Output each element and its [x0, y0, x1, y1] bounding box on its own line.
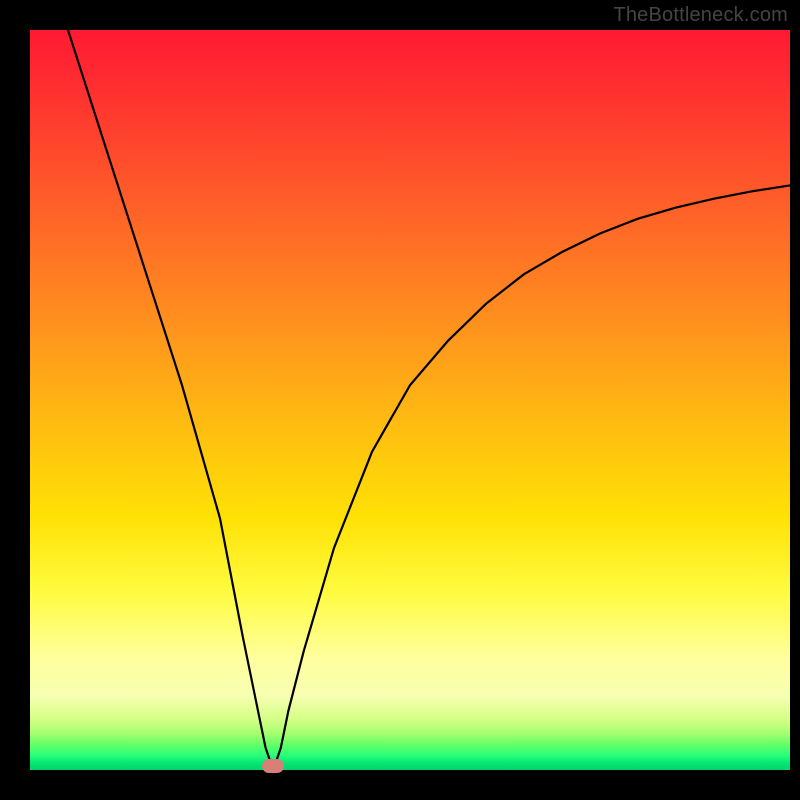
watermark-text: TheBottleneck.com — [613, 4, 788, 27]
optimal-marker — [262, 759, 284, 773]
plot-frame — [30, 30, 790, 770]
plot-area — [30, 30, 790, 770]
curve-svg — [30, 30, 790, 770]
bottleneck-curve — [68, 30, 790, 770]
